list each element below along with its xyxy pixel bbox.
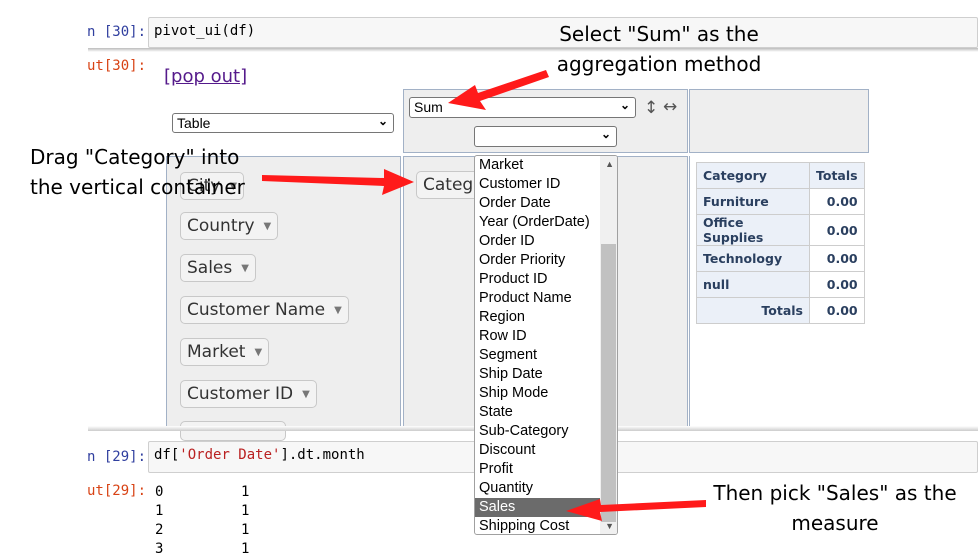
arrow-to-category: [262, 169, 414, 195]
arrow-layer: [262, 70, 706, 521]
arrow-to-sales: [566, 499, 706, 521]
arrow-to-sum: [448, 70, 549, 110]
